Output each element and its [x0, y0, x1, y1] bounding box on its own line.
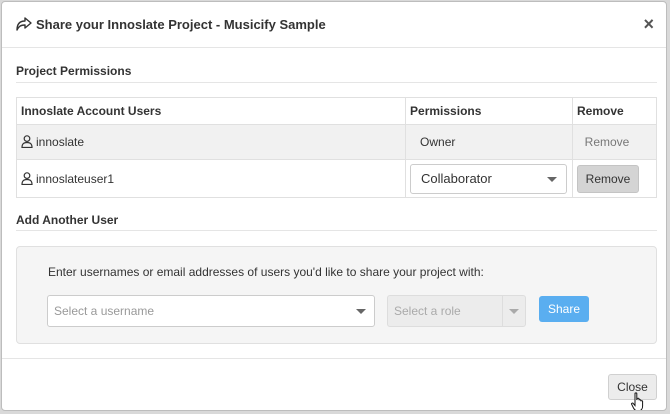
permission-cell: Owner [405, 124, 574, 160]
column-header-remove: Remove [572, 97, 657, 125]
add-user-heading: Add Another User [16, 213, 119, 227]
user-cell: innoslate [15, 124, 407, 160]
hand-pointer-icon [631, 392, 644, 410]
dialog-header: Share your Innoslate Project - Musicify … [2, 2, 666, 48]
user-icon [21, 171, 33, 185]
section-divider [16, 82, 657, 83]
remove-user-button[interactable]: Remove [577, 164, 640, 193]
username-placeholder: Select a username [54, 304, 155, 318]
share-icon [16, 17, 32, 31]
table-header-row: Innoslate Account Users Permissions Remo… [15, 97, 657, 125]
table-row: innoslateuser1 Collaborator Remove [15, 159, 657, 198]
permissions-table: Innoslate Account Users Permissions Remo… [15, 97, 657, 198]
permission-owner: Owner [420, 135, 456, 149]
add-user-prompt: Enter usernames or email addresses of us… [48, 265, 484, 279]
remove-cell: Remove [572, 124, 657, 160]
remove-button-disabled: Remove [577, 130, 638, 154]
user-cell: innoslateuser1 [15, 159, 407, 198]
permission-cell: Collaborator [405, 159, 574, 198]
footer-divider [2, 358, 666, 359]
user-icon [21, 135, 33, 148]
username: innoslateuser1 [36, 171, 115, 186]
permission-select[interactable]: Collaborator [410, 163, 568, 194]
close-icon[interactable]: × [643, 14, 654, 34]
share-project-dialog: Share your Innoslate Project - Musicify … [1, 1, 667, 411]
add-user-panel: Enter usernames or email addresses of us… [16, 246, 657, 344]
username-select[interactable]: Select a username [47, 295, 375, 327]
chevron-down-icon [509, 309, 519, 314]
column-header-users: Innoslate Account Users [15, 97, 407, 125]
chevron-down-icon [547, 176, 558, 182]
username: innoslate [36, 135, 85, 149]
column-header-permissions: Permissions [405, 97, 574, 125]
section-divider [16, 230, 657, 231]
table-row: innoslate Owner Remove [15, 124, 657, 160]
role-placeholder: Select a role [394, 304, 461, 318]
share-button[interactable]: Share [539, 296, 589, 322]
role-select[interactable]: Select a role [387, 295, 526, 327]
project-permissions-heading: Project Permissions [16, 64, 132, 78]
remove-cell: Remove [572, 159, 657, 198]
chevron-down-icon [356, 309, 366, 314]
permission-select-value: Collaborator [421, 170, 492, 186]
select-divider [502, 296, 503, 326]
dialog-title: Share your Innoslate Project - Musicify … [36, 17, 326, 32]
